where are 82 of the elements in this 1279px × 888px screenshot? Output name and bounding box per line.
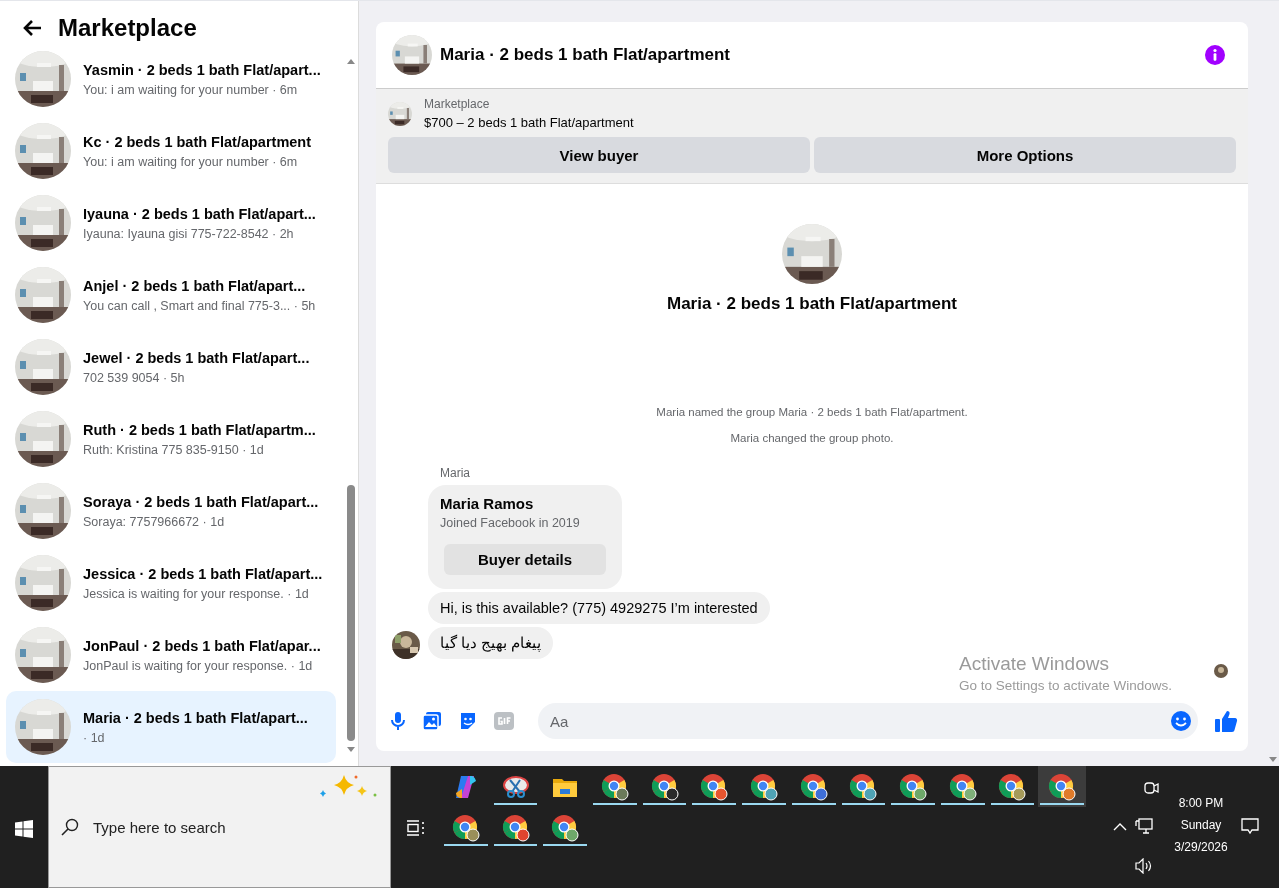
conversation-title: Iyauna · 2 beds 1 bath Flat/apart... <box>83 205 316 222</box>
conversation-item[interactable]: Iyauna · 2 beds 1 bath Flat/apart... Iyauna: Iyauna gisi 775-722-8542 · 2h <box>6 187 336 259</box>
conversation-preview: You can call , Smart and final 775-3... · 5h <box>83 298 316 313</box>
browser-icon <box>799 772 828 801</box>
conversation-preview: Iyauna: Iyauna gisi 775-722-8542 · 2h <box>83 226 295 241</box>
conversation-item[interactable]: JonPaul · 2 beds 1 bath Flat/apar... JonPaul is waiting for your response. · 1d <box>6 619 336 691</box>
conversation-title: Jewel · 2 beds 1 bath Flat/apart... <box>83 349 310 366</box>
sticker-icon[interactable] <box>458 711 478 731</box>
profile-name: Maria Ramos <box>440 495 535 512</box>
browser-icon <box>501 813 530 842</box>
conversation-title: Jessica · 2 beds 1 bath Flat/apart... <box>83 565 323 582</box>
browser-icon <box>998 772 1027 801</box>
conversation-item[interactable]: Anjel · 2 beds 1 bath Flat/apart... You can call , Smart and final 775-3... · 5h <box>6 259 336 331</box>
conversation-preview: You: i am waiting for your number · 6m <box>83 154 299 169</box>
browser-icon <box>1048 772 1077 801</box>
folder-icon <box>553 776 578 797</box>
sender-name: Maria <box>440 466 471 480</box>
conversation-preview: Jessica is waiting for your response. · 1d <box>83 586 310 601</box>
message-input[interactable]: Aa <box>538 703 1198 739</box>
conversation-title: Yasmin · 2 beds 1 bath Flat/apart... <box>83 61 321 78</box>
conversation-item[interactable]: Yasmin · 2 beds 1 bath Flat/apart... You: i am waiting for your number · 6m <box>6 43 336 115</box>
windows-start-icon[interactable] <box>15 820 33 838</box>
browser-icon <box>700 772 729 801</box>
meet-icon[interactable] <box>1143 780 1159 796</box>
browser-icon <box>899 772 928 801</box>
back-arrow-icon[interactable] <box>22 19 42 37</box>
conversation-item[interactable]: Ruth · 2 beds 1 bath Flat/apartm... Ruth: Kristina 775 835-9150 · 1d <box>6 403 336 475</box>
message-bubble: Hi, is this available? (775) 4929275 I’m interested <box>428 592 770 624</box>
system-message: Maria changed the group photo. <box>730 432 894 444</box>
listing-source: Marketplace <box>424 97 491 111</box>
conversation-preview: Ruth: Kristina 775 835-9150 · 1d <box>83 442 265 457</box>
notifications-icon[interactable] <box>1241 818 1259 835</box>
message-bubble: پیغام بھیج دیا گیا <box>428 627 554 659</box>
activation-title: Activate Windows <box>959 653 1110 675</box>
conversation-title: Soraya · 2 beds 1 bath Flat/apart... <box>83 493 319 510</box>
browser-icon <box>600 772 629 801</box>
conversation-item[interactable]: Jewel · 2 beds 1 bath Flat/apart... 702 539 9054 · 5h <box>6 331 336 403</box>
conversation-preview: · 1d <box>83 730 106 745</box>
conversation-item[interactable]: Kc · 2 beds 1 bath Flat/apartment You: i am waiting for your number · 6m <box>6 115 336 187</box>
microphone-icon[interactable] <box>390 711 406 731</box>
conversation-item[interactable]: Jessica · 2 beds 1 bath Flat/apart... Jessica is waiting for your response. · 1d <box>6 547 336 619</box>
volume-icon[interactable] <box>1135 858 1153 874</box>
profile-subtitle: Joined Facebook in 2019 <box>440 516 581 530</box>
emoji-icon[interactable] <box>1170 710 1192 732</box>
conversation-title: Kc · 2 beds 1 bath Flat/apartment <box>83 133 312 150</box>
search-field[interactable]: Type here to search <box>91 817 315 837</box>
taskbar-app[interactable] <box>1038 766 1086 807</box>
listing-summary: $700 – 2 beds 1 bath Flat/apartment <box>424 115 634 130</box>
conversation-preview: 702 539 9054 · 5h <box>83 370 186 385</box>
conversation-item[interactable]: Soraya · 2 beds 1 bath Flat/apart... Soraya: 7757966672 · 1d <box>6 475 336 547</box>
info-icon[interactable] <box>1204 44 1226 66</box>
browser-icon <box>551 813 580 842</box>
system-message: Maria named the group Maria · 2 beds 1 bath Flat/apartment. <box>656 406 968 418</box>
conversation-preview: You: i am waiting for your number · 6m <box>83 82 299 97</box>
conversation-heading: Maria · 2 beds 1 bath Flat/apartment <box>667 294 957 314</box>
search-icon <box>61 818 79 836</box>
conversation-preview: JonPaul is waiting for your response. · 1d <box>83 658 314 673</box>
chevron-up-icon[interactable] <box>1113 823 1127 831</box>
listing-button[interactable]: More Options <box>814 137 1236 173</box>
clock[interactable]: 8:00 PM Sunday 3/29/2026 <box>1161 796 1241 854</box>
page-title: Marketplace <box>58 14 197 42</box>
scissors-icon <box>501 773 530 800</box>
browser-icon <box>650 772 679 801</box>
browser-icon <box>849 772 878 801</box>
conversation-title: Ruth · 2 beds 1 bath Flat/apartm... <box>83 421 316 438</box>
task-view-icon[interactable] <box>407 820 425 836</box>
conversation-item[interactable]: Maria · 2 beds 1 bath Flat/apart... · 1d <box>6 691 336 763</box>
conversation-preview: Soraya: 7757966672 · 1d <box>83 514 226 529</box>
photo-icon[interactable] <box>422 711 442 731</box>
activation-subtitle: Go to Settings to activate Windows. <box>959 678 1173 693</box>
browser-icon <box>749 772 778 801</box>
thumbs-up-icon[interactable] <box>1214 709 1238 733</box>
network-icon[interactable] <box>1135 818 1153 834</box>
chat-title: Maria · 2 beds 1 bath Flat/apartment <box>440 45 731 65</box>
conversation-title: JonPaul · 2 beds 1 bath Flat/apar... <box>83 637 321 654</box>
buyer-details-button[interactable]: Buyer details <box>444 544 606 575</box>
conversation-title: Maria · 2 beds 1 bath Flat/apart... <box>83 709 308 726</box>
browser-icon <box>451 813 480 842</box>
seen-avatar-icon <box>1214 664 1228 678</box>
listing-button[interactable]: View buyer <box>388 137 810 173</box>
browser-icon <box>948 772 977 801</box>
conversation-title: Anjel · 2 beds 1 bath Flat/apart... <box>83 277 307 294</box>
